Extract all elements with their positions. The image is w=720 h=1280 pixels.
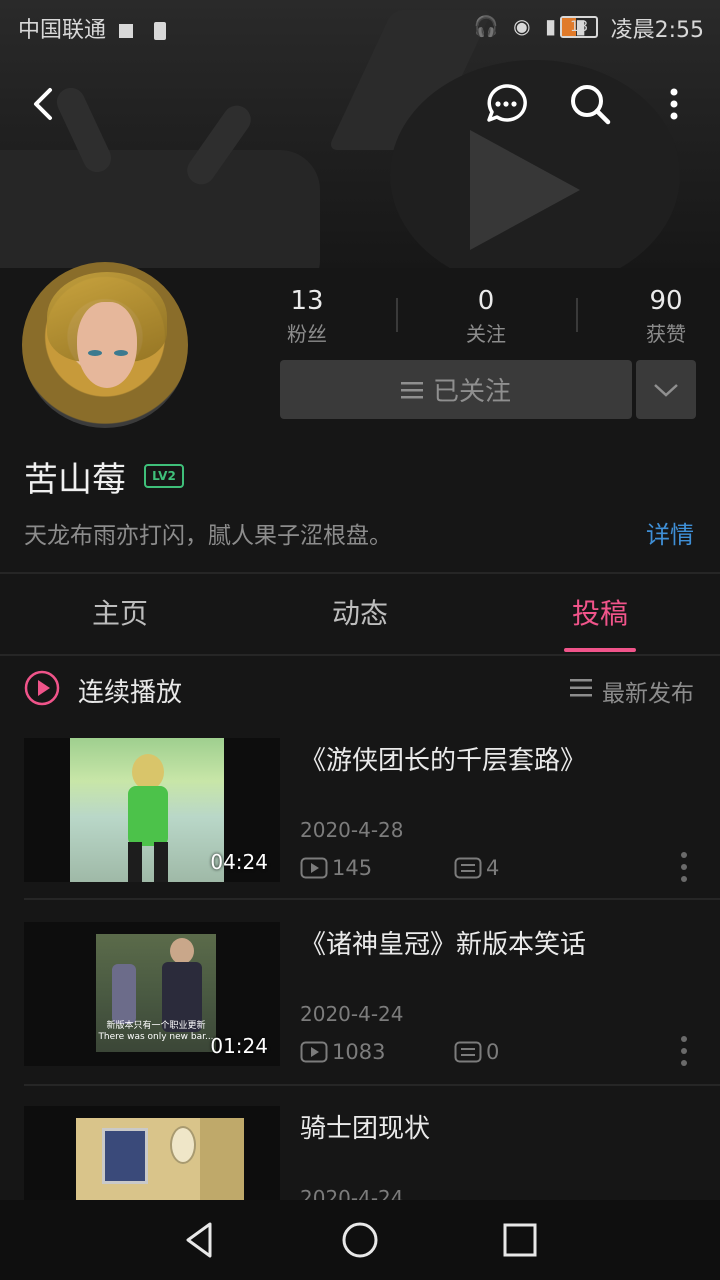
search-icon: [571, 85, 611, 125]
stat-label: 关注: [466, 322, 506, 346]
video-item[interactable]: 骑士团现状 2020-4-24: [0, 1106, 720, 1200]
comment-count: 4: [454, 856, 499, 880]
comment-icon: [454, 857, 482, 879]
play-count-icon: [300, 1041, 328, 1063]
more-vertical-icon: [670, 88, 678, 120]
stat-likes[interactable]: 90 获赞: [606, 286, 720, 347]
banner-shape: [0, 150, 320, 268]
stat-value: 13: [290, 286, 324, 316]
play-circle-icon[interactable]: [24, 670, 60, 706]
clock: 凌晨2:55: [610, 18, 704, 43]
banner-play-shape: [470, 130, 580, 250]
search-button[interactable]: [562, 76, 618, 132]
divider: [24, 1084, 720, 1086]
subtitle-cn: 新版本只有一个职业更新: [106, 1021, 206, 1031]
view-count: 145: [300, 856, 372, 880]
stat-value: 90: [649, 286, 683, 316]
divider: [0, 654, 720, 656]
system-nav-bar: [0, 1200, 720, 1280]
carrier-label: 中国联通: [18, 12, 167, 44]
home-circle-icon[interactable]: [340, 1220, 380, 1260]
video-date: 2020-4-28: [300, 818, 404, 842]
view-count: 1083: [300, 1040, 385, 1064]
chevron-left-icon: [34, 88, 52, 120]
sort-icon: [570, 679, 592, 697]
follow-dropdown-button[interactable]: [636, 360, 696, 419]
divider: [576, 298, 578, 332]
video-date: 2020-4-24: [300, 1186, 404, 1200]
back-button[interactable]: [16, 76, 72, 132]
continuous-play-button[interactable]: 连续播放: [78, 672, 182, 709]
video-title[interactable]: 《游侠团长的千层套路》: [300, 740, 586, 777]
avatar-eye: [114, 350, 128, 356]
video-title[interactable]: 《诸神皇冠》新版本笑话: [300, 924, 586, 961]
stat-following[interactable]: 0 关注: [426, 286, 546, 347]
comment-icon: [454, 1041, 482, 1063]
bio-text: 天龙布雨亦打闪，腻人果子涩根盘。: [24, 523, 392, 549]
avatar-face: [77, 302, 137, 388]
video-duration: 04:24: [210, 850, 268, 874]
tab-home[interactable]: 主页: [0, 592, 240, 632]
more-button[interactable]: [646, 76, 702, 132]
battery-icon: 18: [560, 14, 598, 39]
followed-label: 已关注: [432, 377, 511, 407]
headset-icon: 🎧: [473, 14, 503, 38]
avatar[interactable]: [22, 262, 188, 428]
chevron-down-icon: [654, 383, 678, 397]
recents-square-icon[interactable]: [500, 1220, 540, 1260]
notification-icon: [119, 24, 134, 38]
video-date: 2020-4-24: [300, 1002, 404, 1026]
avatar-eye: [88, 350, 102, 356]
comment-count: 0: [454, 1040, 499, 1064]
chat-bubble-icon: [487, 84, 527, 122]
sort-button[interactable]: 最新发布: [602, 674, 694, 708]
eye-icon: ◉: [513, 14, 535, 38]
menu-lines-icon: [400, 381, 423, 398]
divider: [24, 898, 720, 900]
thumbnail-image: [76, 1118, 244, 1200]
stat-fans[interactable]: 13 粉丝: [247, 286, 367, 347]
subtitle-en: There was only new bar...: [98, 1032, 214, 1042]
stat-label: 粉丝: [287, 322, 327, 346]
detail-link[interactable]: 详情: [646, 515, 694, 550]
video-duration: 01:24: [210, 1034, 268, 1058]
video-thumbnail[interactable]: 新版本只有一个职业更新 There was only new bar... 01…: [24, 922, 280, 1066]
tab-uploads[interactable]: 投稿: [480, 592, 720, 632]
stat-value: 0: [477, 286, 495, 316]
play-count-icon: [300, 857, 328, 879]
username: 苦山莓: [24, 460, 126, 500]
video-title[interactable]: 骑士团现状: [300, 1108, 430, 1145]
video-item[interactable]: 04:24 《游侠团长的千层套路》 2020-4-28 145 4: [0, 738, 720, 922]
thumbnail-image: [70, 738, 224, 882]
message-button[interactable]: [478, 76, 534, 132]
status-bar: 中国联通 🎧 ◉ ▮▮▮ 18 凌晨2:55: [0, 0, 720, 50]
video-item[interactable]: 新版本只有一个职业更新 There was only new bar... 01…: [0, 922, 720, 1106]
thumbnail-image: 新版本只有一个职业更新 There was only new bar...: [96, 934, 216, 1052]
followed-button[interactable]: 已关注: [280, 360, 632, 419]
divider: [396, 298, 398, 332]
back-triangle-icon[interactable]: [180, 1220, 220, 1260]
divider: [0, 572, 720, 574]
video-thumbnail[interactable]: [24, 1106, 280, 1200]
video-more-button[interactable]: [678, 1036, 690, 1072]
stat-label: 获赞: [646, 322, 686, 346]
tab-active-indicator: [564, 648, 636, 652]
level-badge: LV2: [144, 464, 184, 488]
video-more-button[interactable]: [678, 852, 690, 888]
video-thumbnail[interactable]: 04:24: [24, 738, 280, 882]
tab-activity[interactable]: 动态: [240, 592, 480, 632]
alert-icon: [154, 22, 167, 40]
